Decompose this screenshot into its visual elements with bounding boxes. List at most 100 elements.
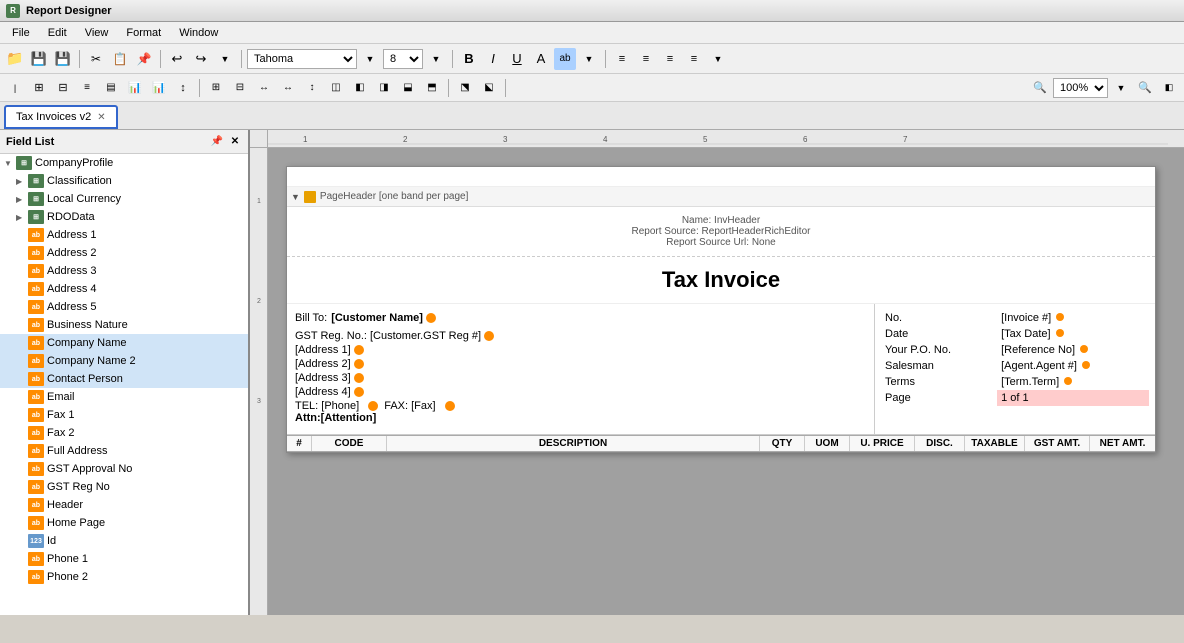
save-button[interactable]: 💾 — [28, 48, 50, 70]
tb2-btn18[interactable]: ⬒ — [421, 77, 443, 99]
menu-edit[interactable]: Edit — [40, 25, 75, 41]
ruler-vertical: 1 2 3 — [250, 148, 268, 615]
menu-window[interactable]: Window — [171, 25, 226, 41]
tree-business-nature[interactable]: ▶ ab Business Nature — [0, 316, 248, 334]
tb2-btn16[interactable]: ◨ — [373, 77, 395, 99]
bold-button[interactable]: B — [458, 48, 480, 70]
tb2-btn7[interactable]: 📊 — [148, 77, 170, 99]
tree-address5[interactable]: ▶ ab Address 5 — [0, 298, 248, 316]
align-right-button[interactable]: ≡ — [659, 48, 681, 70]
italic-button[interactable]: I — [482, 48, 504, 70]
font-select[interactable]: Tahoma — [247, 49, 357, 69]
tree-address3[interactable]: ▶ ab Address 3 — [0, 262, 248, 280]
tree-header[interactable]: ▶ ab Header — [0, 496, 248, 514]
tb2-btn17[interactable]: ⬓ — [397, 77, 419, 99]
cut-button[interactable]: ✂ — [85, 48, 107, 70]
open-button[interactable]: 📁 — [4, 48, 26, 70]
tree-phone1[interactable]: ▶ ab Phone 1 — [0, 550, 248, 568]
align-left-button[interactable]: ≡ — [611, 48, 633, 70]
tree-email[interactable]: ▶ ab Email — [0, 388, 248, 406]
tree-contact-person[interactable]: ▶ ab Contact Person — [0, 370, 248, 388]
tree-local-currency[interactable]: ▶ ⊞ Local Currency — [0, 190, 248, 208]
tree-address1[interactable]: ▶ ab Address 1 — [0, 226, 248, 244]
size-dropdown-button[interactable]: ▼ — [425, 48, 447, 70]
tb2-btn12[interactable]: ↔ — [277, 77, 299, 99]
align-center-button[interactable]: ≡ — [635, 48, 657, 70]
redo-button[interactable]: ↪ — [190, 48, 212, 70]
tree-gst-approval[interactable]: ▶ ab GST Approval No — [0, 460, 248, 478]
company-name-label: Company Name — [47, 337, 126, 349]
undo-button[interactable]: ↩ — [166, 48, 188, 70]
zoom-dropdown[interactable]: ▼ — [1110, 77, 1132, 99]
tab-close-button[interactable]: ✕ — [97, 112, 105, 123]
zoom-in-button[interactable]: 🔍 — [1134, 77, 1156, 99]
tab-tax-invoices-v2[interactable]: Tax Invoices v2 ✕ — [4, 105, 118, 129]
underline-button[interactable]: U — [506, 48, 528, 70]
tree-phone2[interactable]: ▶ ab Phone 2 — [0, 568, 248, 586]
svg-text:7: 7 — [903, 135, 908, 144]
tb2-btn14[interactable]: ◫ — [325, 77, 347, 99]
tree-company-name2[interactable]: ▶ ab Company Name 2 — [0, 352, 248, 370]
font-dropdown-button[interactable]: ▼ — [359, 48, 381, 70]
invoice-body: Bill To: [Customer Name] GST Reg. No.: [… — [287, 304, 1155, 435]
zoom-select[interactable]: 100% — [1053, 78, 1108, 98]
paste-button[interactable]: 📌 — [133, 48, 155, 70]
svg-text:5: 5 — [703, 135, 708, 144]
close-panel-button[interactable]: ✕ — [228, 135, 242, 149]
field-icon: ab — [28, 300, 44, 314]
copy-button[interactable]: 📋 — [109, 48, 131, 70]
band-collapse-arrow[interactable]: ▼ — [291, 192, 300, 202]
tb2-btn10[interactable]: ⊟ — [229, 77, 251, 99]
address3-label: Address 3 — [47, 265, 97, 277]
tb2-btn8[interactable]: ↕ — [172, 77, 194, 99]
tb2-btn4[interactable]: ≡ — [76, 77, 98, 99]
tree-root-companyprofile[interactable]: ▼ ⊞ CompanyProfile — [0, 154, 248, 172]
format-dropdown[interactable]: ▼ — [578, 48, 600, 70]
tb2-btn3[interactable]: ⊟ — [52, 77, 74, 99]
tree-full-address[interactable]: ▶ ab Full Address — [0, 442, 248, 460]
info-row-5: Page 1 of 1 — [881, 390, 1149, 406]
tree-classification[interactable]: ▶ ⊞ Classification — [0, 172, 248, 190]
tab-bar: Tax Invoices v2 ✕ — [0, 102, 1184, 130]
field-icon: ab — [28, 318, 44, 332]
justify-button[interactable]: ≡ — [683, 48, 705, 70]
menu-view[interactable]: View — [77, 25, 117, 41]
canvas-wrapper[interactable]: 1 2 3 4 5 6 7 1 — [250, 130, 1184, 615]
tb2-btn15[interactable]: ◧ — [349, 77, 371, 99]
tb2-btn11[interactable]: ↔ — [253, 77, 275, 99]
tb2-btn19[interactable]: ⬔ — [454, 77, 476, 99]
info-row-0: No. [Invoice #] — [881, 310, 1149, 326]
tree-fax2[interactable]: ▶ ab Fax 2 — [0, 424, 248, 442]
tree-rdodata[interactable]: ▶ ⊞ RDOData — [0, 208, 248, 226]
menu-file[interactable]: File — [4, 25, 38, 41]
tb2-btn2[interactable]: ⊞ — [28, 77, 50, 99]
field-icon: ab — [28, 246, 44, 260]
tree-gst-reg[interactable]: ▶ ab GST Reg No — [0, 478, 248, 496]
business-nature-label: Business Nature — [47, 319, 128, 331]
tree-home-page[interactable]: ▶ ab Home Page — [0, 514, 248, 532]
tree-company-name[interactable]: ▶ ab Company Name — [0, 334, 248, 352]
address2-row: [Address 2] — [295, 358, 866, 370]
tb2-btn9[interactable]: ⊞ — [205, 77, 227, 99]
menu-format[interactable]: Format — [118, 25, 169, 41]
align-dropdown[interactable]: ▼ — [707, 48, 729, 70]
customer-name-row: [Customer Name] — [331, 312, 436, 324]
pin-button[interactable]: 📌 — [210, 135, 224, 149]
zoom-out-button[interactable]: 🔍 — [1029, 77, 1051, 99]
tb2-btn13[interactable]: ↕ — [301, 77, 323, 99]
field-list-panel: Field List 📌 ✕ ▼ ⊞ CompanyProfile ▶ ⊞ Cl… — [0, 130, 250, 615]
zoom-extra[interactable]: ◧ — [1158, 77, 1180, 99]
tree-id[interactable]: ▶ 123 Id — [0, 532, 248, 550]
tb2-btn6[interactable]: 📊 — [124, 77, 146, 99]
font-size-select[interactable]: 8 — [383, 49, 423, 69]
tb2-btn20[interactable]: ⬕ — [478, 77, 500, 99]
dropdown-button[interactable]: ▼ — [214, 48, 236, 70]
save-as-button[interactable]: 💾 — [52, 48, 74, 70]
tb2-btn5[interactable]: ▤ — [100, 77, 122, 99]
tree-address2[interactable]: ▶ ab Address 2 — [0, 244, 248, 262]
tree-fax1[interactable]: ▶ ab Fax 1 — [0, 406, 248, 424]
tree-address4[interactable]: ▶ ab Address 4 — [0, 280, 248, 298]
color-button[interactable]: A — [530, 48, 552, 70]
highlight-button[interactable]: ab — [554, 48, 576, 70]
tb2-btn1[interactable]: | — [4, 77, 26, 99]
